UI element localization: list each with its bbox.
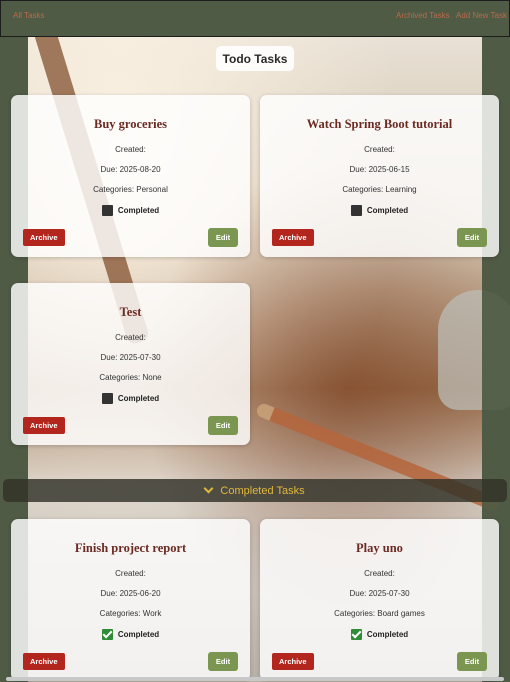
completed-tasks-toggle[interactable]: Completed Tasks bbox=[3, 479, 507, 502]
edit-button[interactable]: Edit bbox=[208, 228, 238, 247]
horizontal-scrollbar[interactable] bbox=[6, 677, 504, 681]
task-due-date: Due: 2025-06-20 bbox=[100, 589, 161, 598]
completed-task-card: Finish project report Created: Due: 2025… bbox=[11, 519, 250, 681]
archive-button[interactable]: Archive bbox=[23, 653, 65, 670]
edit-button[interactable]: Edit bbox=[457, 228, 487, 247]
task-created: Created: bbox=[115, 145, 146, 154]
completed-checkbox-checked[interactable] bbox=[350, 629, 362, 640]
completed-label: Completed bbox=[366, 206, 409, 215]
task-completed-toggle: Completed bbox=[11, 629, 250, 640]
completed-checkbox[interactable] bbox=[101, 393, 113, 404]
task-categories: Categories: Learning bbox=[342, 185, 417, 194]
edit-button[interactable]: Edit bbox=[457, 652, 487, 671]
task-due-date: Due: 2025-07-30 bbox=[349, 589, 410, 598]
task-created: Created: bbox=[364, 569, 395, 578]
task-title: Play uno bbox=[356, 541, 403, 555]
task-due-date: Due: 2025-08-20 bbox=[100, 165, 161, 174]
page-title: Todo Tasks bbox=[216, 46, 294, 71]
task-card: Watch Spring Boot tutorial Created: Due:… bbox=[260, 95, 499, 257]
edit-button[interactable]: Edit bbox=[208, 416, 238, 435]
task-created: Created: bbox=[364, 145, 395, 154]
top-navbar: All Tasks Archived Tasks Add New Task bbox=[0, 0, 510, 37]
archive-button[interactable]: Archive bbox=[23, 229, 65, 246]
task-completed-toggle: Completed bbox=[260, 629, 499, 640]
archive-button[interactable]: Archive bbox=[23, 417, 65, 434]
completed-checkbox-checked[interactable] bbox=[101, 629, 113, 640]
task-categories: Categories: None bbox=[99, 373, 162, 382]
completed-task-card: Play uno Created: Due: 2025-07-30 Catego… bbox=[260, 519, 499, 681]
task-due-date: Due: 2025-07-30 bbox=[100, 353, 161, 362]
completed-checkbox[interactable] bbox=[101, 205, 113, 216]
archive-button[interactable]: Archive bbox=[272, 229, 314, 246]
completed-label: Completed bbox=[366, 630, 409, 639]
chevron-down-icon bbox=[203, 483, 214, 494]
completed-tasks-label: Completed Tasks bbox=[220, 484, 305, 497]
nav-add-new-task-link[interactable]: Add New Task bbox=[456, 11, 509, 20]
task-categories: Categories: Board games bbox=[334, 609, 425, 618]
completed-label: Completed bbox=[117, 630, 160, 639]
task-created: Created: bbox=[115, 333, 146, 342]
task-title: Finish project report bbox=[74, 541, 187, 555]
completed-checkbox[interactable] bbox=[350, 205, 362, 216]
archive-button[interactable]: Archive bbox=[272, 653, 314, 670]
task-completed-toggle: Completed bbox=[260, 205, 499, 216]
nav-archived-tasks-link[interactable]: Archived Tasks bbox=[396, 11, 450, 20]
task-title: Watch Spring Boot tutorial bbox=[306, 117, 453, 131]
nav-all-tasks-link[interactable]: All Tasks bbox=[13, 11, 44, 20]
task-categories: Categories: Personal bbox=[93, 185, 168, 194]
task-title: Test bbox=[119, 305, 142, 319]
task-card: Buy groceries Created: Due: 2025-08-20 C… bbox=[11, 95, 250, 257]
task-completed-toggle: Completed bbox=[11, 393, 250, 404]
task-categories: Categories: Work bbox=[99, 609, 162, 618]
task-card: Test Created: Due: 2025-07-30 Categories… bbox=[11, 283, 250, 445]
completed-label: Completed bbox=[117, 394, 160, 403]
task-created: Created: bbox=[115, 569, 146, 578]
task-due-date: Due: 2025-06-15 bbox=[349, 165, 410, 174]
completed-label: Completed bbox=[117, 206, 160, 215]
task-title: Buy groceries bbox=[93, 117, 168, 131]
task-completed-toggle: Completed bbox=[11, 205, 250, 216]
edit-button[interactable]: Edit bbox=[208, 652, 238, 671]
